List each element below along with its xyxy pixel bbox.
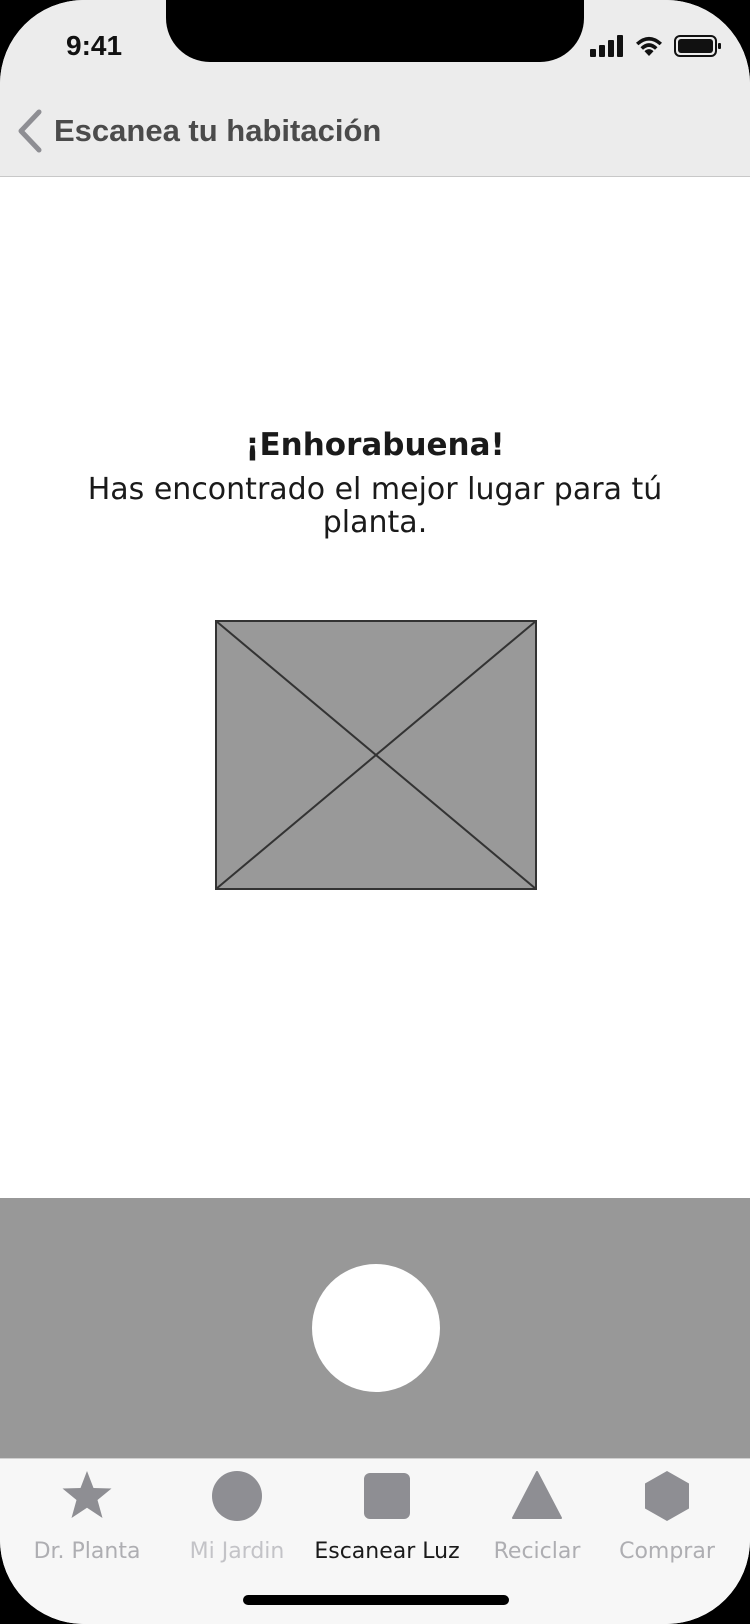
tab-mi-jardin[interactable]: Mi Jardin	[162, 1459, 312, 1579]
cellular-signal-icon	[590, 35, 623, 57]
battery-icon	[674, 35, 721, 57]
navigation-bar: Escanea tu habitación	[0, 88, 750, 177]
phone-screen: 9:41 Escanea tu habitación ¡Enhorabuena!…	[0, 0, 750, 1624]
square-icon	[364, 1473, 410, 1519]
tab-comprar[interactable]: Comprar	[592, 1459, 742, 1579]
wifi-icon	[636, 36, 662, 56]
tab-label: Comprar	[619, 1539, 715, 1564]
tab-label: Escanear Luz	[314, 1539, 460, 1564]
capture-button[interactable]	[312, 1264, 440, 1392]
chevron-left-icon	[18, 109, 42, 153]
back-button[interactable]: Escanea tu habitación	[14, 108, 381, 154]
page-title: Escanea tu habitación	[54, 113, 382, 148]
device-notch	[166, 0, 584, 62]
circle-icon	[212, 1471, 262, 1521]
congrats-message: Has encontrado el mejor lugar para tú pl…	[87, 472, 663, 540]
tab-label: Reciclar	[493, 1539, 581, 1564]
status-time: 9:41	[66, 30, 123, 61]
star-icon	[62, 1471, 112, 1518]
status-icons	[590, 34, 722, 58]
home-indicator[interactable]	[243, 1595, 509, 1605]
status-bar: 9:41	[0, 0, 750, 88]
tab-escanear-luz[interactable]: Escanear Luz	[312, 1459, 462, 1579]
image-placeholder	[215, 620, 537, 890]
congrats-title: ¡Enhorabuena!	[245, 427, 505, 463]
tab-label: Mi Jardin	[189, 1539, 285, 1564]
tab-label: Dr. Planta	[33, 1539, 141, 1564]
tab-reciclar[interactable]: Reciclar	[462, 1459, 612, 1579]
main-content: ¡Enhorabuena! Has encontrado el mejor lu…	[0, 177, 750, 1198]
tab-dr-planta[interactable]: Dr. Planta	[12, 1459, 162, 1579]
triangle-icon	[512, 1471, 562, 1519]
camera-panel	[0, 1198, 750, 1458]
hexagon-icon	[645, 1471, 689, 1521]
